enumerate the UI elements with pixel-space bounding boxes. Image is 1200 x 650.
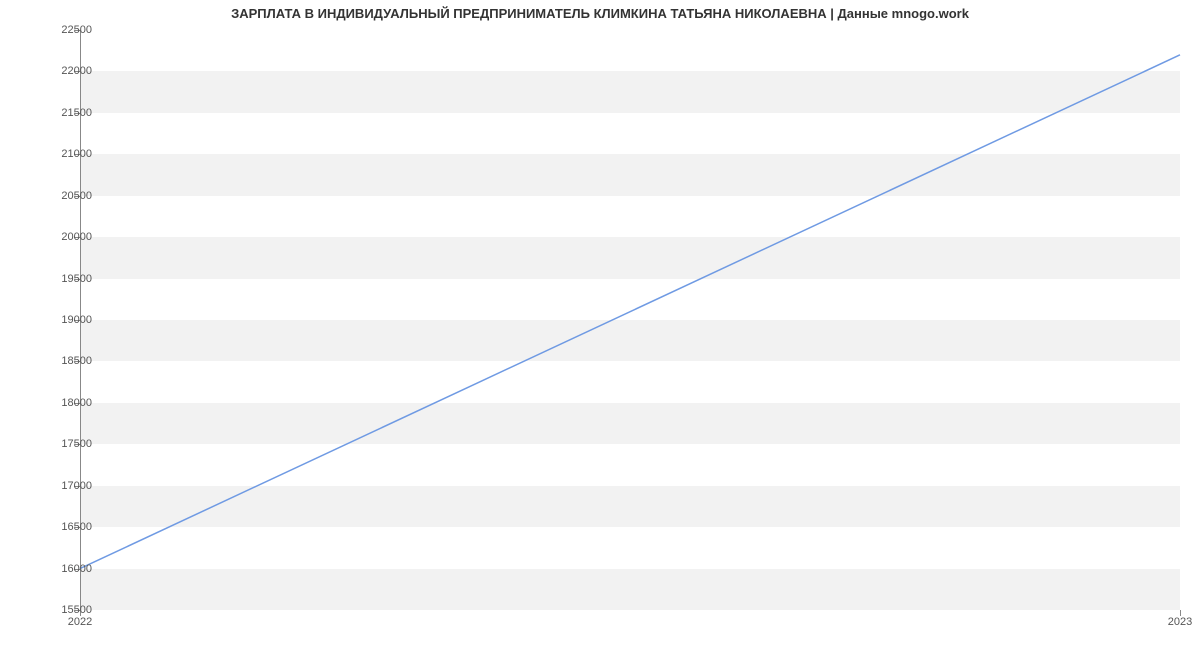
y-tick-label: 17000: [42, 480, 92, 492]
y-tick-label: 16000: [42, 563, 92, 575]
line-chart: ЗАРПЛАТА В ИНДИВИДУАЛЬНЫЙ ПРЕДПРИНИМАТЕЛ…: [0, 0, 1200, 650]
y-tick-label: 18000: [42, 397, 92, 409]
chart-title: ЗАРПЛАТА В ИНДИВИДУАЛЬНЫЙ ПРЕДПРИНИМАТЕЛ…: [0, 6, 1200, 21]
y-tick-label: 15500: [42, 604, 92, 616]
y-tick-label: 21500: [42, 107, 92, 119]
y-tick-label: 22000: [42, 65, 92, 77]
y-tick-label: 17500: [42, 438, 92, 450]
y-tick-label: 19000: [42, 314, 92, 326]
y-tick-label: 20000: [42, 231, 92, 243]
y-tick-label: 16500: [42, 521, 92, 533]
y-tick-label: 19500: [42, 273, 92, 285]
x-tick-label: 2022: [68, 616, 92, 628]
y-tick-label: 22500: [42, 24, 92, 36]
y-tick-label: 20500: [42, 190, 92, 202]
x-tick-label: 2023: [1168, 616, 1192, 628]
y-tick-label: 18500: [42, 355, 92, 367]
plot-area: [80, 30, 1180, 610]
data-line: [80, 30, 1180, 610]
y-tick-label: 21000: [42, 148, 92, 160]
